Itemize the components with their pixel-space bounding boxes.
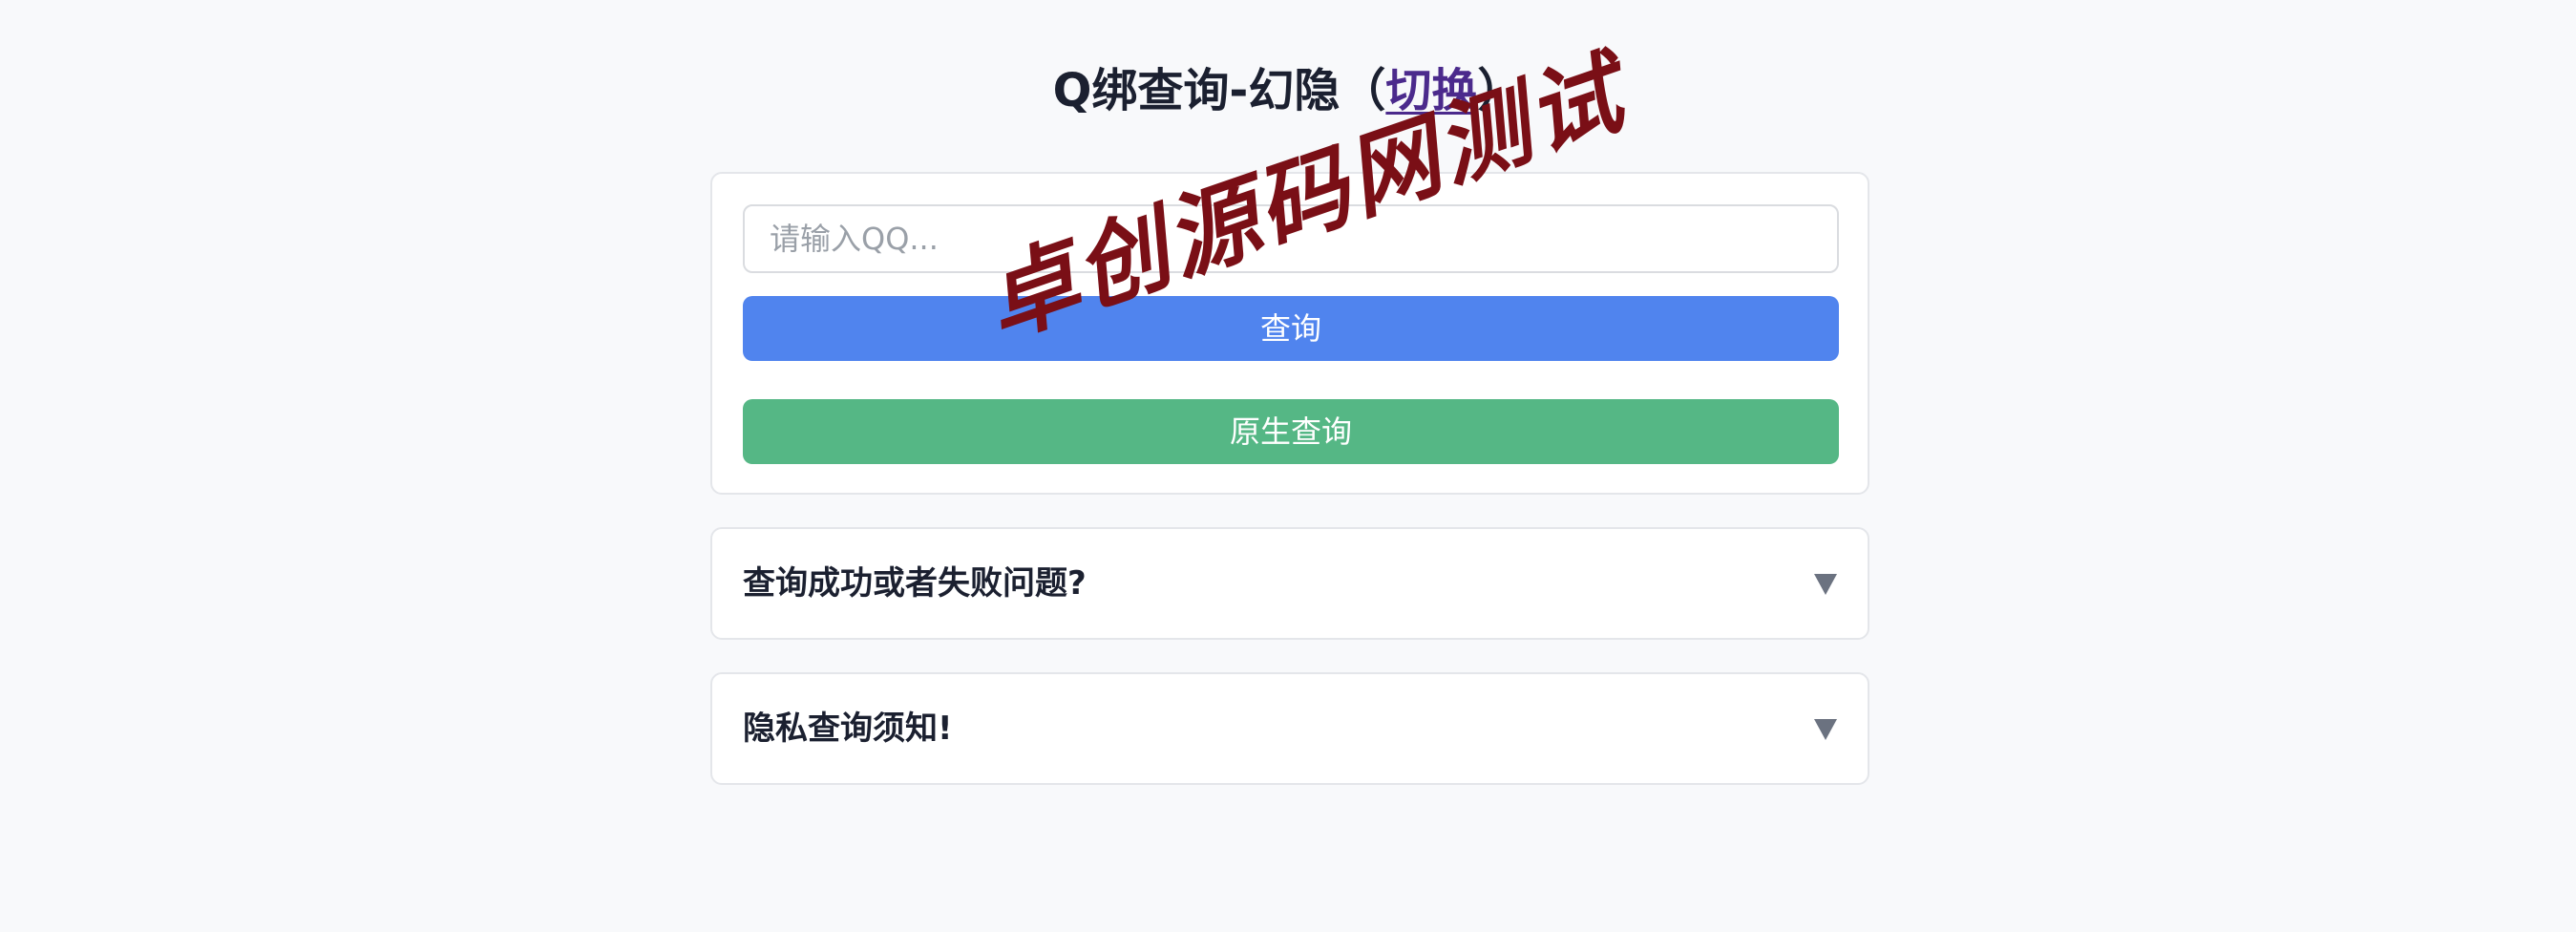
page-title: Q绑查询-幻隐（切换）: [0, 57, 2576, 124]
qq-input[interactable]: [743, 204, 1839, 273]
triangle-down-icon: [1814, 719, 1837, 740]
switch-link[interactable]: 切换: [1385, 64, 1477, 117]
query-button[interactable]: 查询: [743, 296, 1839, 361]
title-paren-open: （: [1340, 64, 1386, 117]
native-query-button[interactable]: 原生查询: [743, 399, 1839, 464]
faq-title: 隐私查询须知!: [743, 710, 953, 748]
triangle-down-icon: [1814, 574, 1837, 595]
faq-item: 隐私查询须知!: [710, 672, 1869, 785]
faq-toggle-query-result[interactable]: 查询成功或者失败问题?: [712, 529, 1868, 638]
title-paren-close: ）: [1477, 64, 1524, 117]
page-title-text: Q绑查询-幻隐: [1052, 64, 1341, 117]
search-card: 查询 原生查询: [710, 172, 1869, 495]
faq-title: 查询成功或者失败问题?: [743, 564, 1087, 603]
faq-toggle-privacy[interactable]: 隐私查询须知!: [712, 674, 1868, 783]
faq-item: 查询成功或者失败问题?: [710, 527, 1869, 640]
